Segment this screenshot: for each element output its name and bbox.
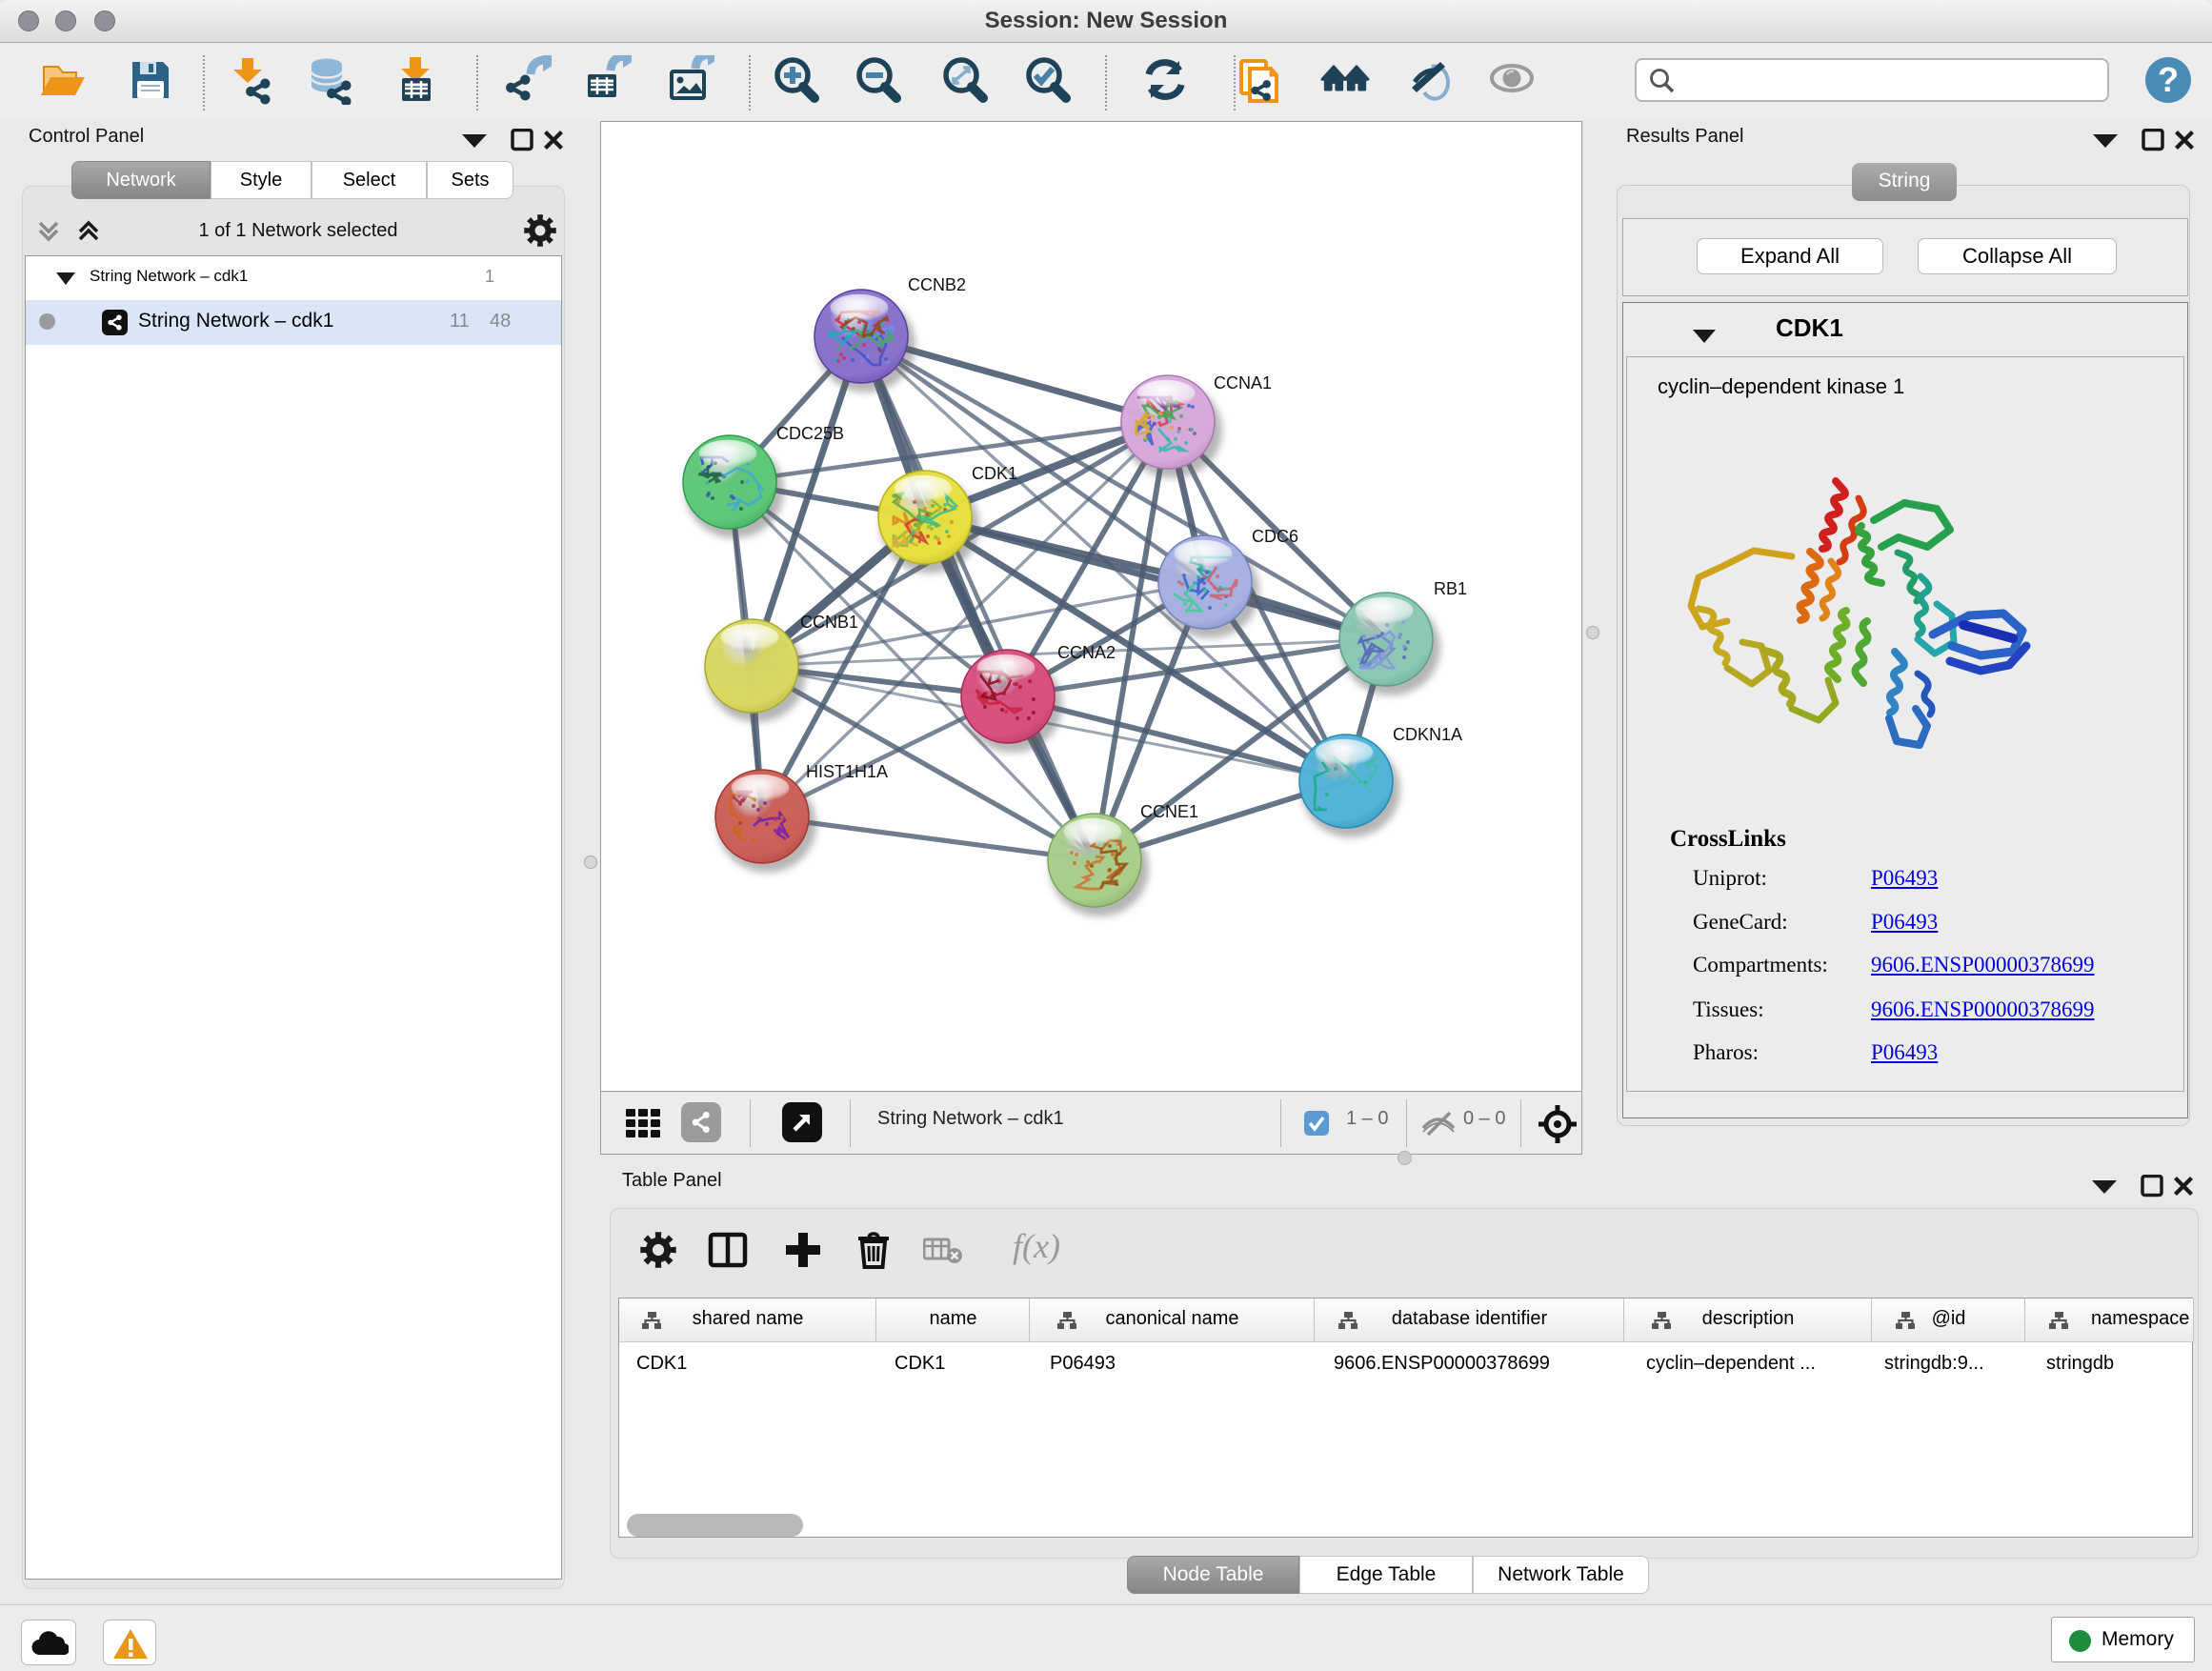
svg-text:RB1: RB1: [1434, 579, 1467, 598]
svg-text:CCNB2: CCNB2: [908, 275, 966, 294]
svg-text:CDC6: CDC6: [1252, 527, 1298, 546]
svg-text:CCNA2: CCNA2: [1057, 643, 1116, 662]
svg-text:CCNE1: CCNE1: [1140, 802, 1198, 821]
svg-text:?: ?: [2158, 60, 2179, 99]
svg-text:HIST1H1A: HIST1H1A: [806, 762, 888, 781]
svg-text:CCNA1: CCNA1: [1214, 373, 1272, 393]
svg-text:CDC25B: CDC25B: [776, 424, 844, 443]
svg-text:CCNB1: CCNB1: [800, 613, 858, 632]
svg-text:CDK1: CDK1: [972, 464, 1017, 483]
svg-text:CDKN1A: CDKN1A: [1393, 725, 1462, 744]
